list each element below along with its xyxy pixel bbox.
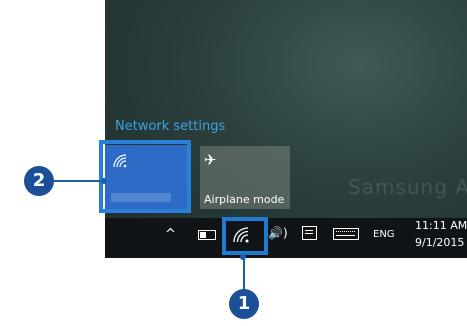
callout-highlight-wifi-tile: [99, 140, 191, 213]
language-indicator[interactable]: ENG: [373, 229, 395, 240]
callout-badge-1: 1: [229, 289, 259, 319]
keyboard-icon[interactable]: [333, 228, 359, 240]
airplane-icon: ✈: [204, 151, 217, 169]
callout-dot-2: [101, 178, 107, 184]
airplane-mode-tile[interactable]: ✈ Airplane mode: [200, 146, 290, 209]
action-center-icon[interactable]: [302, 226, 317, 240]
watermark: Samsung ATIV: [348, 175, 467, 199]
battery-icon[interactable]: [198, 230, 216, 240]
callout-highlight-tray-wifi: [222, 217, 268, 255]
volume-icon[interactable]: 🔊): [268, 226, 288, 240]
clock-time[interactable]: 11:11 AM: [415, 219, 467, 232]
chevron-up-icon[interactable]: ^: [165, 227, 176, 242]
network-settings-link[interactable]: Network settings: [115, 119, 225, 134]
clock-date[interactable]: 9/1/2015: [415, 236, 464, 249]
callout-badge-2: 2: [24, 166, 54, 196]
airplane-mode-label: Airplane mode: [204, 193, 285, 206]
callout-dot-1: [240, 254, 246, 260]
callout-line-2: [50, 180, 104, 182]
